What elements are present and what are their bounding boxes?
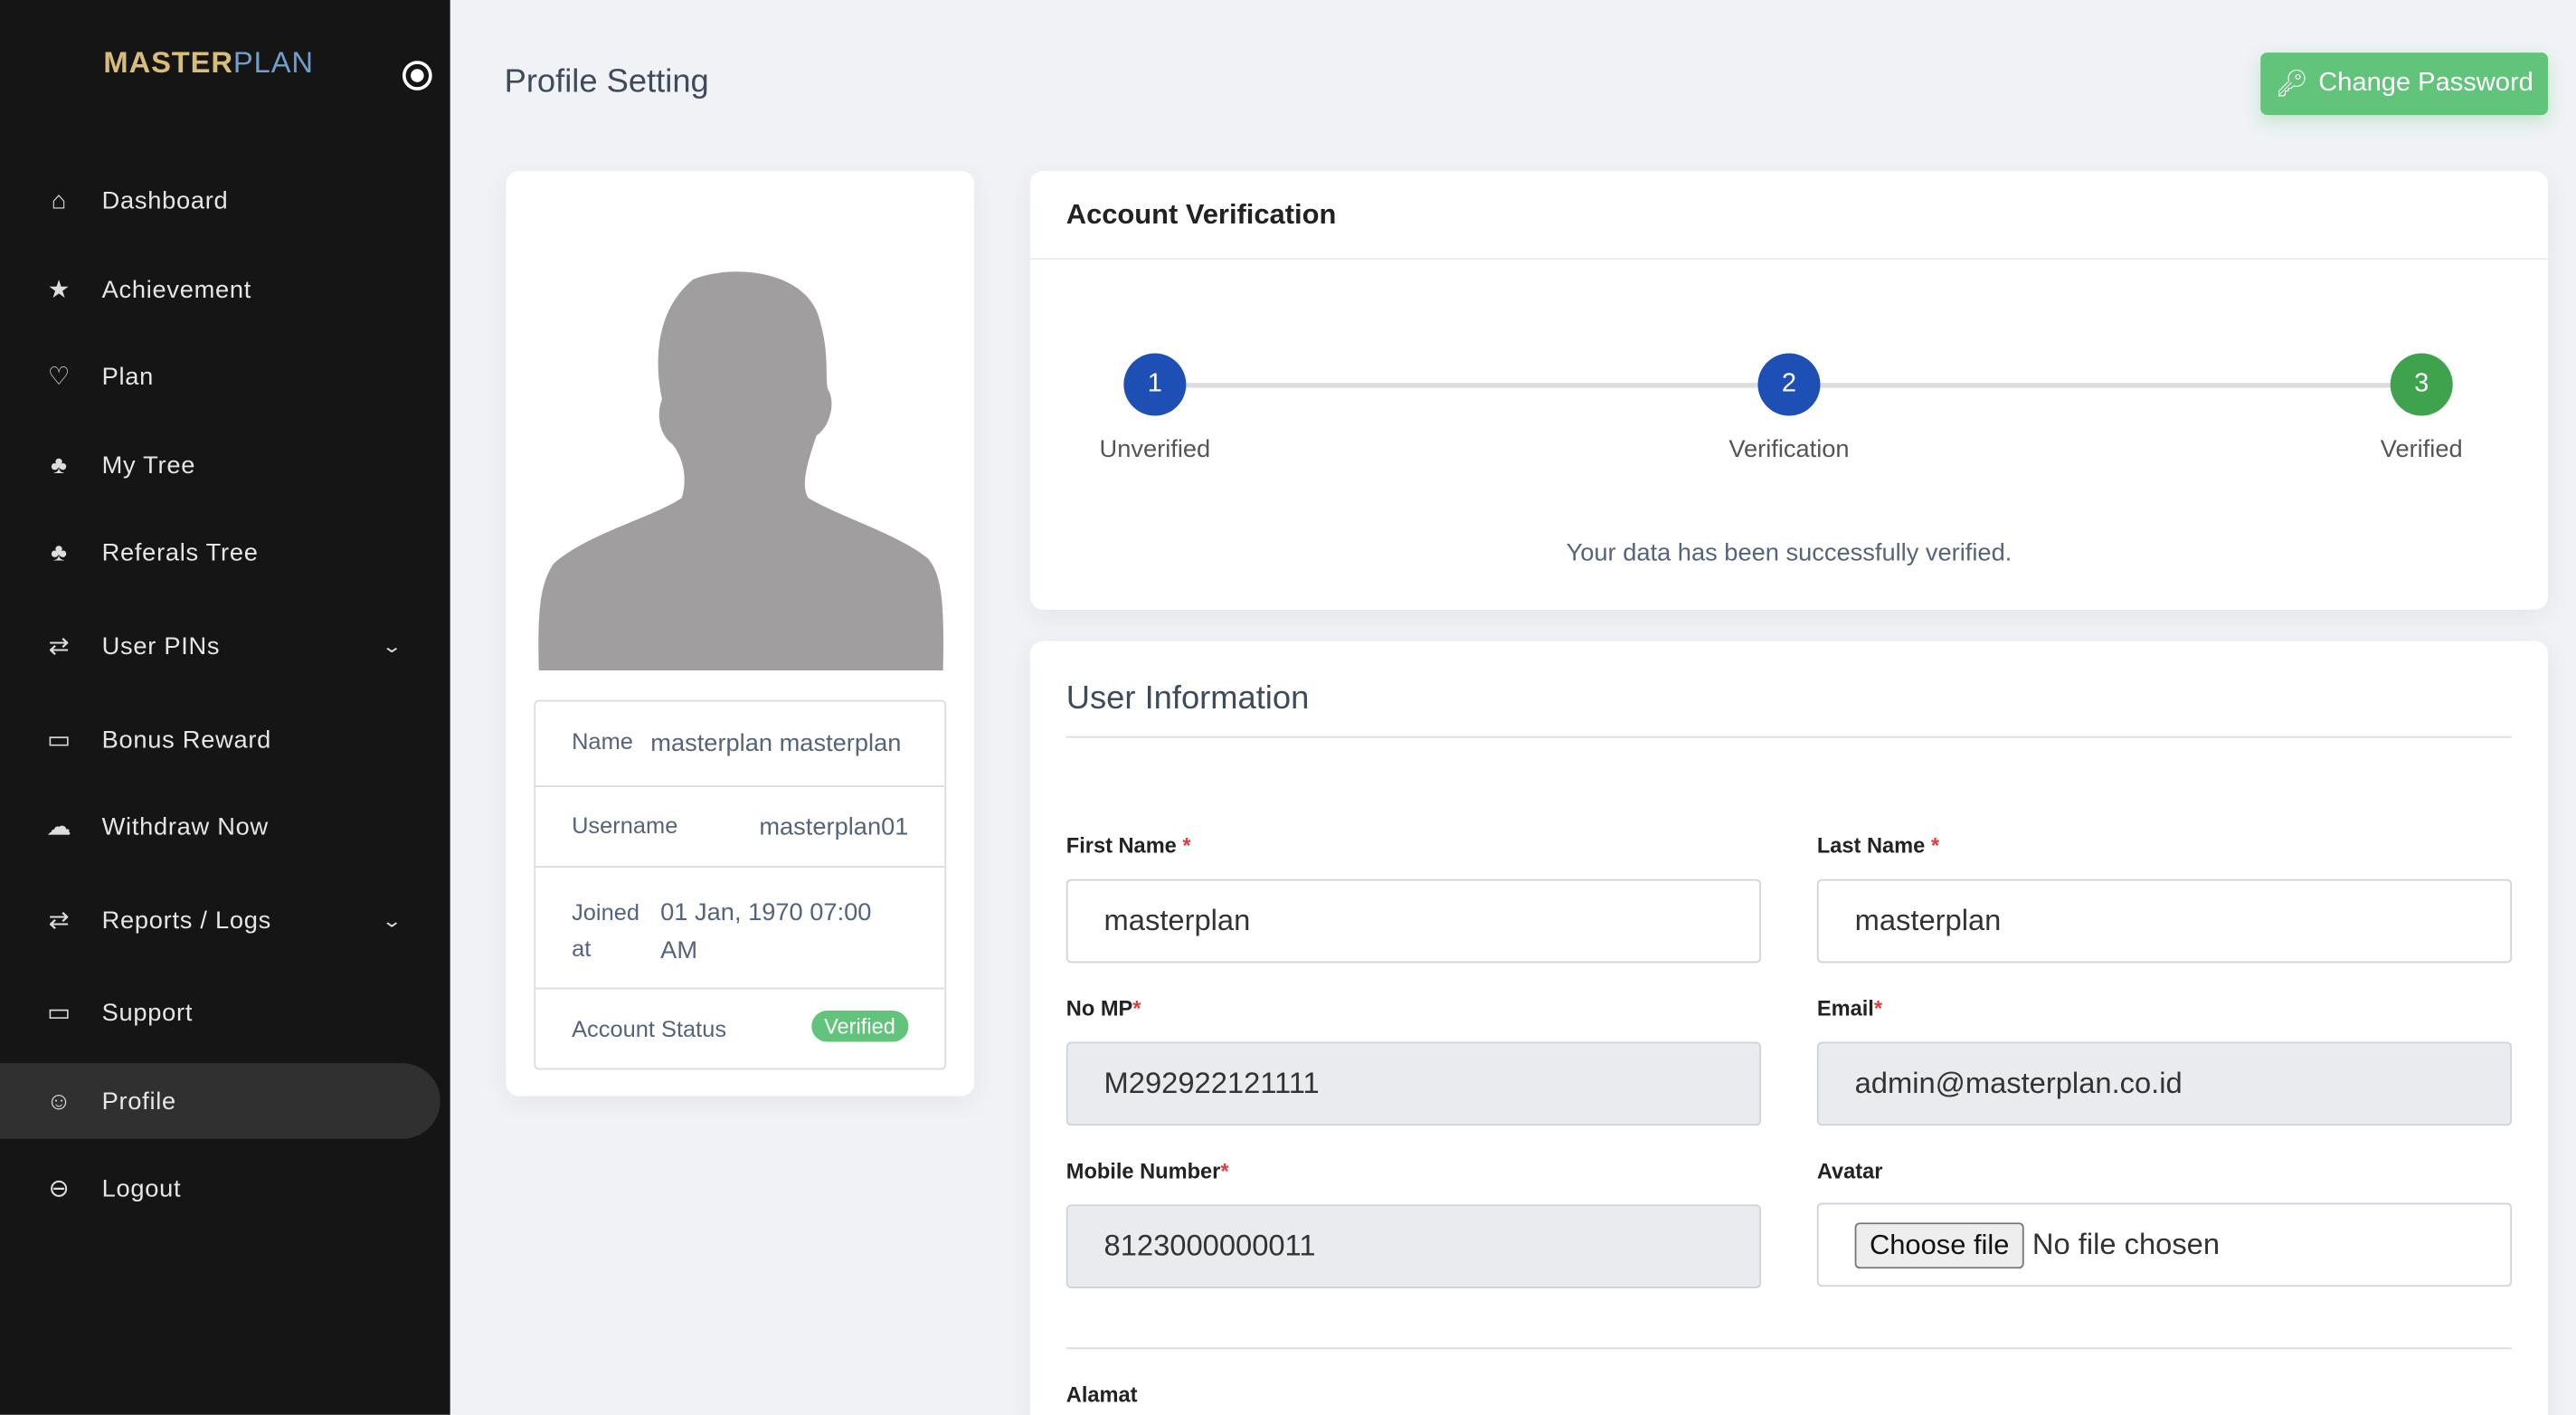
sidebar-item-label: Dashboard — [101, 186, 229, 215]
tree-icon: ♣ — [51, 537, 68, 566]
key-icon: 🔑︎ — [2275, 71, 2309, 99]
profile-card: Name masterplan masterplan Username mast… — [506, 170, 975, 1097]
logo-text-plan: PLAN — [232, 45, 314, 80]
mobile-number-label: Mobile Number* — [1065, 1158, 1229, 1183]
sidebar-item-label: My Tree — [101, 451, 196, 480]
sidebar-item-label: Profile — [101, 1087, 176, 1116]
avatar-file-input[interactable]: Choose file No file chosen — [1816, 1202, 2513, 1287]
account-verification-card: Account Verification 1 Unverified 2 Verific… — [1029, 170, 2549, 610]
sidebar-item-user-pins[interactable]: ⇄ User PINs ⌄ — [0, 608, 440, 684]
home-icon: ⌂ — [51, 186, 67, 215]
name-label: Name — [572, 727, 633, 755]
profile-info-table: Name masterplan masterplan Username mast… — [534, 699, 947, 1070]
sidebar-item-label: Support — [101, 998, 194, 1027]
swap-icon: ⇄ — [48, 632, 71, 661]
step-circle-2: 2 — [1757, 353, 1821, 416]
tree-icon: ♣ — [51, 451, 68, 480]
logo-text-master: MASTER — [103, 45, 233, 80]
change-password-button[interactable]: 🔑︎ Change Password — [2260, 52, 2549, 116]
sidebar-item-dashboard[interactable]: ⌂ Dashboard — [0, 163, 440, 239]
logout-icon: ⊖ — [48, 1174, 71, 1203]
verification-message: Your data has been successfully verified… — [1566, 538, 2012, 567]
divider — [1065, 736, 2513, 738]
username-label: Username — [572, 812, 678, 839]
last-name-input[interactable]: masterplan — [1816, 878, 2513, 964]
avatar-placeholder — [538, 271, 943, 671]
no-mp-input[interactable]: M292922121111 — [1065, 1041, 1762, 1126]
sidebar-item-withdraw-now[interactable]: ☁ Withdraw Now — [0, 789, 440, 865]
sidebar-item-label: Reports / Logs — [101, 906, 271, 935]
divider — [1029, 258, 2549, 260]
status-label: Account Status — [572, 1015, 727, 1042]
user-information-card: User Information First Name * masterplan… — [1029, 641, 2549, 1415]
file-status: No file chosen — [2031, 1227, 2221, 1261]
first-name-label: First Name * — [1065, 832, 1191, 859]
verification-title: Account Verification — [1065, 198, 1337, 231]
sidebar-item-label: Referals Tree — [101, 537, 259, 566]
joined-label: Joined at — [572, 898, 640, 962]
sidebar-item-logout[interactable]: ⊖ Logout — [0, 1150, 440, 1226]
sidebar-item-label: Achievement — [101, 275, 252, 304]
sidebar-item-bonus-reward[interactable]: ▭ Bonus Reward — [0, 702, 440, 778]
no-mp-label: No MP* — [1065, 995, 1141, 1021]
sidebar-item-my-tree[interactable]: ♣ My Tree — [0, 427, 440, 503]
page-title: Profile Setting — [504, 63, 709, 100]
email-label: Email* — [1816, 995, 1883, 1021]
sidebar-item-label: Bonus Reward — [101, 725, 272, 754]
profile-row-name: Name masterplan masterplan — [535, 702, 945, 788]
ticket-icon: ▭ — [47, 999, 71, 1028]
profile-row-joined: Joined at 01 Jan, 1970 07:00 AM — [535, 868, 945, 990]
star-icon: ★ — [47, 276, 71, 305]
step-label-2: Verification — [1728, 435, 1850, 464]
first-name-input[interactable]: masterplan — [1065, 878, 1762, 964]
step-circle-1: 1 — [1123, 353, 1187, 416]
choose-file-button[interactable]: Choose file — [1854, 1221, 2024, 1268]
scroll-icon: ▭ — [47, 726, 71, 755]
user-info-title: User Information — [1065, 679, 1310, 717]
sidebar-item-label: User PINs — [101, 632, 221, 660]
sidebar-item-support[interactable]: ▭ Support — [0, 974, 440, 1050]
status-badge: Verified — [810, 1011, 909, 1042]
email-input[interactable]: admin@masterplan.co.id — [1816, 1041, 2513, 1126]
lightbulb-icon: ♡ — [47, 363, 71, 392]
step-circle-3: 3 — [2390, 353, 2453, 416]
sidebar-item-reports-logs[interactable]: ⇄ Reports / Logs ⌄ — [0, 882, 440, 958]
swap-icon: ⇄ — [48, 907, 71, 935]
sidebar-item-referals-tree[interactable]: ♣ Referals Tree — [0, 515, 440, 591]
divider — [1065, 1347, 2513, 1350]
sidebar: MASTERPLAN ⌂ Dashboard ★ Achievement ♡ Plan ♣ M… — [0, 0, 450, 1415]
step-label-3: Verified — [2380, 435, 2463, 464]
username-value: masterplan01 — [759, 813, 909, 841]
mobile-number-input[interactable]: 8123000000011 — [1065, 1204, 1762, 1288]
sidebar-toggle-icon[interactable] — [402, 61, 432, 90]
change-password-label: Change Password — [2318, 69, 2533, 98]
alamat-label: Alamat — [1065, 1382, 1138, 1407]
last-name-label: Last Name * — [1816, 832, 1940, 859]
profile-row-username: Username masterplan01 — [535, 787, 945, 869]
cloud-download-icon: ☁ — [46, 813, 72, 841]
logo[interactable]: MASTERPLAN — [103, 46, 314, 81]
sidebar-item-label: Withdraw Now — [101, 812, 269, 841]
sidebar-item-plan[interactable]: ♡ Plan — [0, 338, 440, 414]
step-label-1: Unverified — [1099, 435, 1211, 464]
user-icon: ☺ — [46, 1087, 72, 1116]
chevron-down-icon[interactable]: ⌄ — [382, 635, 403, 657]
sidebar-item-achievement[interactable]: ★ Achievement — [0, 252, 440, 328]
sidebar-item-label: Logout — [101, 1173, 182, 1202]
avatar-label: Avatar — [1816, 1158, 1883, 1183]
name-value: masterplan masterplan — [650, 729, 902, 758]
chevron-down-icon[interactable]: ⌄ — [382, 909, 403, 931]
profile-row-status: Account Status Verified — [535, 989, 944, 1068]
sidebar-item-label: Plan — [101, 362, 155, 391]
sidebar-item-profile[interactable]: ☺ Profile — [0, 1063, 440, 1139]
joined-value: 01 Jan, 1970 07:00 AM — [660, 898, 872, 965]
